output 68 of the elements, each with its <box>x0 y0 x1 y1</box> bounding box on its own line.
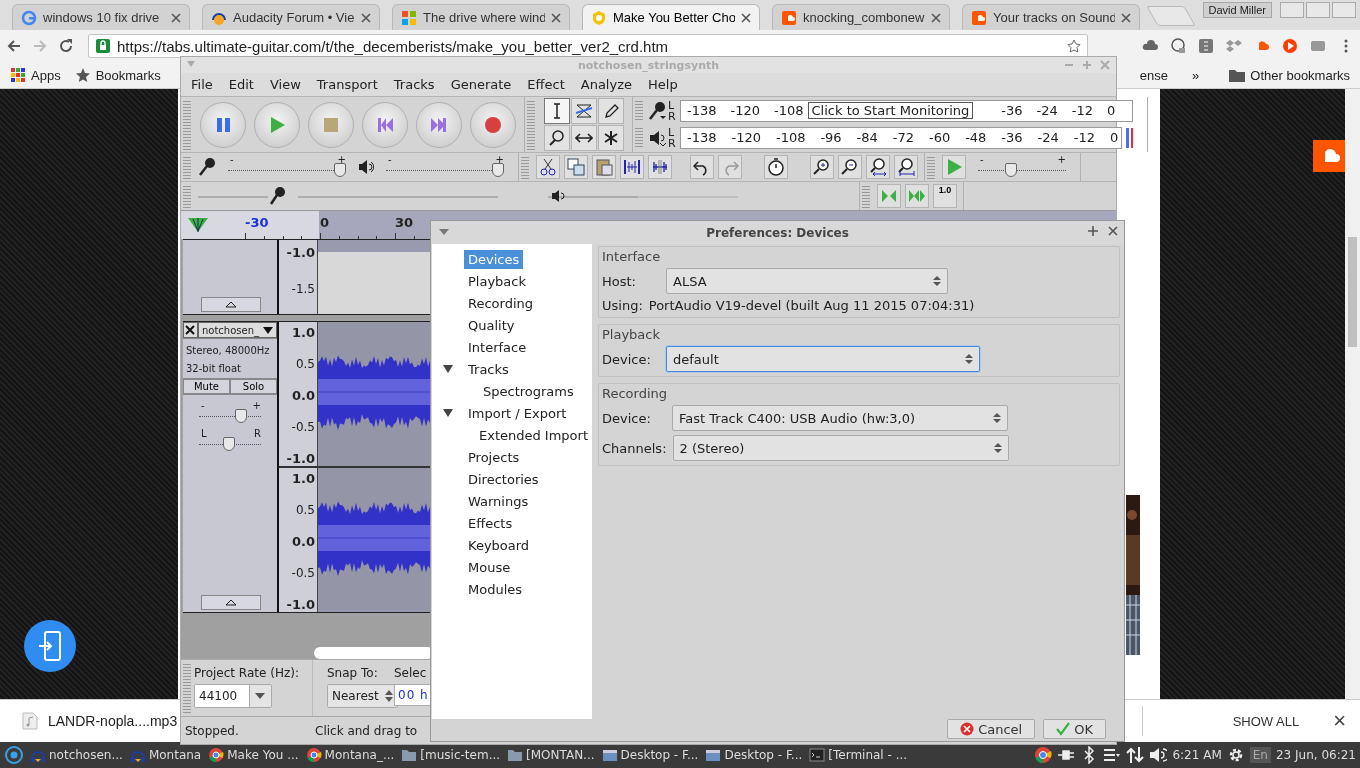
meter-tick-label: -24 <box>1036 103 1058 118</box>
scale-label: 0.0 <box>291 388 315 403</box>
channel-label: R <box>668 110 677 122</box>
channel-label: R <box>668 137 677 149</box>
ruler-label: 30 <box>395 215 414 230</box>
meter-tick-label: 0 <box>1109 130 1119 145</box>
scale-label: -1.5 <box>291 282 315 296</box>
scale-label: -0.5 <box>291 420 315 434</box>
scale-label: -0.5 <box>291 566 315 580</box>
dialog-title: Preferences: Devices <box>706 225 849 240</box>
meter-tick-label: -36 <box>1001 103 1023 118</box>
meter-tick-label: -60 <box>928 130 951 145</box>
field-label: Project Rate (Hz): <box>194 666 300 680</box>
meter-tick-label: -72 <box>892 130 914 145</box>
meter-tick-label: 0 <box>1106 103 1116 118</box>
meter-tick-label: -108 <box>775 130 806 145</box>
field-label: Using: <box>602 298 643 313</box>
meter-tick-label: -48 <box>965 130 987 145</box>
ruler-label: 0 <box>320 215 330 230</box>
track-info: 32-bit float <box>186 362 243 376</box>
meter-tick-label: -12 <box>1071 103 1093 118</box>
slider-min-label: - <box>201 401 205 411</box>
field-label: Host: <box>602 273 637 289</box>
field-label: Channels: <box>602 440 667 456</box>
slider-min-label: L <box>201 429 207 439</box>
field-label: Device: <box>602 410 652 426</box>
channel-label: L <box>668 126 676 138</box>
track-info: Stereo, 48000Hz <box>186 344 271 358</box>
slider-min-label: - <box>230 155 234 165</box>
meter-tick-label: -84 <box>856 130 878 145</box>
scale-label: 1.0 <box>291 325 315 340</box>
status-text: Stopped. <box>185 723 240 738</box>
slider-max-label: + <box>337 155 346 165</box>
field-label: Device: <box>602 351 652 367</box>
scale-label: 0.0 <box>291 534 315 549</box>
meter-tick-label: -12 <box>1073 130 1095 145</box>
scale-label: -1.0 <box>286 245 315 260</box>
field-label: Snap To: <box>327 666 379 680</box>
scale-label: 0.5 <box>295 357 315 371</box>
meter-tick-label: -120 <box>731 130 761 145</box>
slider-max-label: R <box>254 429 261 439</box>
group-title: Recording <box>602 386 669 401</box>
meter-tick-label: -120 <box>730 103 761 118</box>
tooltip: Click to Start Monitoring <box>807 102 974 119</box>
meter-tick-label: -24 <box>1037 130 1059 145</box>
group-title: Playback <box>602 327 661 342</box>
slider-max-label: + <box>495 155 504 165</box>
url-text: https://tabs.ultimate-guitar.com/t/the_decemberists/make_you_better_ver2_crd.htm <box>117 37 670 55</box>
scale-label: 1.0 <box>291 471 315 486</box>
meter-tick-label: -108 <box>774 103 804 118</box>
scale-label: -1.0 <box>286 451 315 466</box>
status-text: Click and drag to <box>315 723 418 738</box>
scale-label: -1.0 <box>286 597 315 612</box>
ruler-label: -30 <box>245 215 269 230</box>
slider-min-label: - <box>388 155 392 165</box>
window-title: notchosen_stringsynth <box>577 58 720 72</box>
meter-tick-label: -96 <box>820 130 842 145</box>
info-text: PortAudio V19-devel (built Aug 11 2015 07:04:31) <box>648 298 975 313</box>
meter-tick-label: -36 <box>1001 130 1023 145</box>
slider-max-label: + <box>252 401 261 411</box>
meter-tick-label: -138 <box>687 103 717 118</box>
scale-label: 0.5 <box>295 503 315 517</box>
channel-label: L <box>668 99 676 111</box>
meter-tick-label: -138 <box>687 130 717 145</box>
field-label: Selec <box>394 666 428 680</box>
group-title: Interface <box>602 249 662 264</box>
slider-max-label: + <box>1057 155 1066 165</box>
slider-min-label: - <box>980 155 984 165</box>
